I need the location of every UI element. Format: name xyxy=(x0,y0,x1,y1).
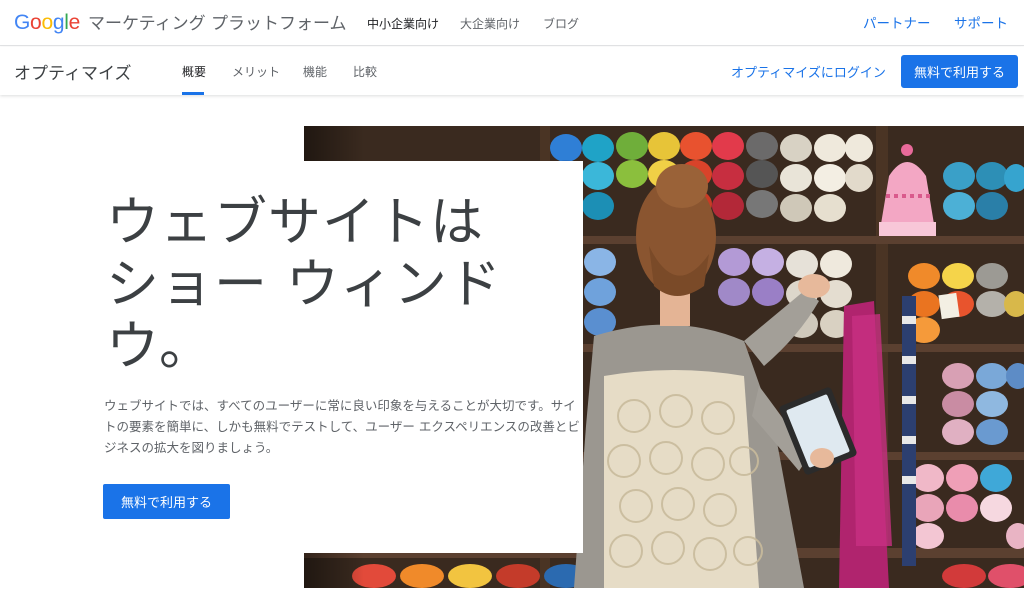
headline-line: ウ。 xyxy=(106,316,213,377)
tab-overview[interactable]: 概要 xyxy=(182,63,206,80)
hero-description: ウェブサイトでは、すべてのユーザーに常に良い印象を与えることが大切です。サイトの… xyxy=(104,398,580,455)
nav-enterprise[interactable]: 大企業向け xyxy=(460,15,520,32)
brand-title[interactable]: マーケティング プラットフォーム xyxy=(88,9,347,34)
support-link[interactable]: サポート xyxy=(954,12,1008,32)
logo-letter: o xyxy=(41,11,53,34)
product-bar: オプティマイズ 概要 メリット 機能 比較 オプティマイズにログイン 無料で利用… xyxy=(0,47,1024,95)
tab-benefits[interactable]: メリット xyxy=(232,63,280,80)
partners-link[interactable]: パートナー xyxy=(863,12,931,32)
try-free-button-top[interactable]: 無料で利用する xyxy=(901,55,1018,88)
google-logo[interactable]: Google xyxy=(14,11,80,35)
headline-line: ショー ウィンド xyxy=(106,254,502,315)
logo-letter: g xyxy=(52,11,65,34)
brand[interactable]: Google マーケティング プラットフォーム xyxy=(14,9,347,35)
top-bar: Google マーケティング プラットフォーム 中小企業向け 大企業向け ブログ… xyxy=(0,0,1024,46)
try-free-button-hero[interactable]: 無料で利用する xyxy=(103,484,230,519)
tab-features[interactable]: 機能 xyxy=(303,63,327,80)
tab-compare[interactable]: 比較 xyxy=(353,63,377,80)
product-name[interactable]: オプティマイズ xyxy=(14,59,131,84)
headline-line: ウェブサイトは xyxy=(106,192,484,253)
active-tab-indicator xyxy=(182,92,204,95)
nav-blog[interactable]: ブログ xyxy=(543,15,579,32)
logo-letter: e xyxy=(68,11,81,34)
nav-small-business[interactable]: 中小企業向け xyxy=(367,15,439,32)
hero-headline: ウェブサイトは ショー ウィンド ウ。 xyxy=(106,192,546,378)
logo-letter: G xyxy=(14,11,31,34)
login-link[interactable]: オプティマイズにログイン xyxy=(731,62,886,81)
logo-letter: o xyxy=(30,11,42,34)
